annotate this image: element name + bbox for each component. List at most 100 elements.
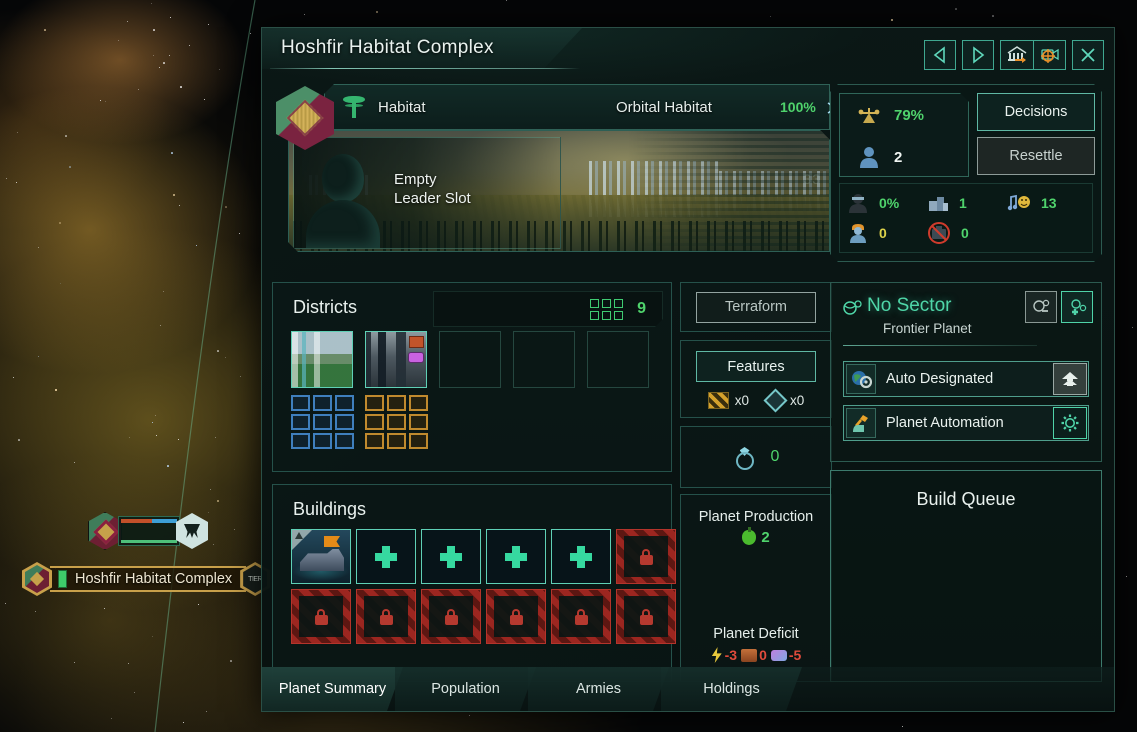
- building-slot-locked[interactable]: [356, 589, 416, 644]
- sector-panel: No Sector Frontier Planet Auto Designate…: [830, 282, 1102, 462]
- previous-planet-button[interactable]: [924, 40, 956, 70]
- production-food-value: 2: [761, 529, 770, 546]
- rare-resource-panel: 0: [680, 426, 832, 488]
- page-title: Hoshfir Habitat Complex: [281, 37, 494, 58]
- building-slot-locked[interactable]: [551, 589, 611, 644]
- population-row: 2: [840, 136, 968, 178]
- building-slot-empty[interactable]: [486, 529, 546, 584]
- planet-map-label[interactable]: Hoshfir Habitat Complex TIER: [22, 562, 271, 596]
- tab-armies[interactable]: Armies: [528, 667, 669, 711]
- features-button[interactable]: Features: [696, 351, 816, 382]
- district-housing[interactable]: [291, 331, 354, 449]
- planet-actions: Decisions Resettle: [977, 93, 1095, 181]
- amenities-stat: 13: [1006, 188, 1086, 218]
- lock-icon: [444, 608, 458, 625]
- buildings-title: Buildings: [293, 499, 367, 519]
- window-controls: [924, 40, 1104, 70]
- automation-settings-button[interactable]: [1053, 407, 1087, 439]
- district-slot-empty[interactable]: [513, 331, 575, 388]
- planet-label-bar: Hoshfir Habitat Complex: [50, 566, 247, 592]
- lock-icon: [509, 608, 523, 625]
- goto-capital-button[interactable]: [1000, 40, 1033, 70]
- district-industrial-image: [365, 331, 427, 388]
- leader-slot-line2: Leader Slot: [394, 190, 471, 207]
- leader-slot[interactable]: Empty Leader Slot: [293, 137, 561, 249]
- window-titlebar: Hoshfir Habitat Complex: [262, 28, 1114, 74]
- free-slots-value: 9: [637, 300, 646, 317]
- deposits-count: x0: [790, 393, 805, 408]
- building-slot-empty[interactable]: [356, 529, 416, 584]
- building-slot-locked[interactable]: [616, 529, 676, 584]
- amenities-value: 13: [1040, 195, 1057, 211]
- building-slot-locked[interactable]: [486, 589, 546, 644]
- build-queue-panel[interactable]: Build Queue: [830, 470, 1102, 682]
- jobs-value: 0: [879, 225, 887, 241]
- minerals-icon: [741, 648, 758, 662]
- leader-slot-line1: Empty: [394, 171, 437, 188]
- stability-value: 79%: [894, 106, 925, 124]
- center-camera-button[interactable]: [1033, 40, 1066, 70]
- leader-silhouette-icon: [304, 148, 382, 248]
- planet-map-marker[interactable]: [88, 512, 208, 550]
- deficit-minerals: 0: [741, 647, 767, 663]
- lock-icon: [379, 608, 393, 625]
- district-cards: [291, 331, 649, 449]
- deposit-icon: [763, 388, 788, 413]
- next-planet-button[interactable]: [962, 40, 994, 70]
- housing-icon: [926, 192, 950, 214]
- designation-icon: [846, 364, 876, 394]
- energy-icon: [711, 647, 722, 663]
- tab-population[interactable]: Population: [395, 667, 536, 711]
- remove-from-sector-button[interactable]: [1025, 291, 1057, 323]
- title-underline: [270, 68, 580, 69]
- unemployed-value: 0: [960, 225, 969, 241]
- building-slot-locked[interactable]: [421, 589, 481, 644]
- stability-icon: [856, 104, 882, 126]
- sector-icon: [843, 300, 862, 315]
- deposits-stat: x0: [763, 388, 805, 413]
- district-slot-empty[interactable]: [587, 331, 649, 388]
- building-capital[interactable]: [291, 529, 351, 584]
- tab-holdings[interactable]: Holdings: [661, 667, 802, 711]
- building-slot-empty[interactable]: [421, 529, 481, 584]
- planet-type-label: Habitat: [378, 98, 426, 116]
- district-industrial[interactable]: [365, 331, 428, 449]
- auto-designated-row[interactable]: Auto Designated: [843, 361, 1089, 397]
- building-slot-empty[interactable]: [551, 529, 611, 584]
- housing-value: 1: [958, 195, 967, 211]
- decisions-button[interactable]: Decisions: [977, 93, 1095, 131]
- sector-subtitle: Frontier Planet: [883, 321, 972, 336]
- tab-planet-summary[interactable]: Planet Summary: [262, 667, 403, 711]
- production-row: 2: [681, 527, 831, 546]
- planet-automation-row[interactable]: Planet Automation: [843, 405, 1089, 441]
- building-slots: [291, 529, 676, 644]
- close-button[interactable]: [1072, 40, 1104, 70]
- district-slots-icon: [590, 299, 623, 320]
- create-sector-button[interactable]: [1061, 291, 1093, 323]
- deficit-minerals-value: 0: [759, 647, 767, 663]
- building-slot-locked[interactable]: [616, 589, 676, 644]
- district-housing-image: [291, 331, 353, 388]
- deficit-consumer-goods-value: -5: [788, 647, 802, 663]
- population-value: 2: [894, 148, 903, 166]
- sector-buttons: [1025, 291, 1093, 323]
- crime-stat: 0%: [846, 188, 926, 218]
- district-slot-empty[interactable]: [439, 331, 501, 388]
- upgrade-designation-button[interactable]: [1053, 363, 1087, 395]
- habitability-value: 100%: [780, 99, 816, 115]
- tabbar: Planet Summary Population Armies Holding…: [262, 667, 1114, 711]
- build-queue-title: Build Queue: [916, 489, 1016, 509]
- resettle-button[interactable]: Resettle: [977, 137, 1095, 175]
- habitat-icon: [176, 513, 208, 549]
- terraform-button[interactable]: Terraform: [696, 291, 816, 323]
- crime-icon: [846, 192, 870, 214]
- deficit-energy: -3: [711, 647, 737, 663]
- amenities-icon: [1006, 192, 1032, 214]
- jobs-icon: [846, 222, 870, 244]
- planet-type-bar: Habitat Orbital Habitat 100% 6: [324, 84, 830, 130]
- empire-flag-icon: [88, 512, 122, 550]
- panorama-number: 33: [803, 171, 821, 187]
- planet-automation-label: Planet Automation: [886, 415, 1004, 431]
- building-slot-locked[interactable]: [291, 589, 351, 644]
- strategic-resource-icon: [733, 444, 757, 470]
